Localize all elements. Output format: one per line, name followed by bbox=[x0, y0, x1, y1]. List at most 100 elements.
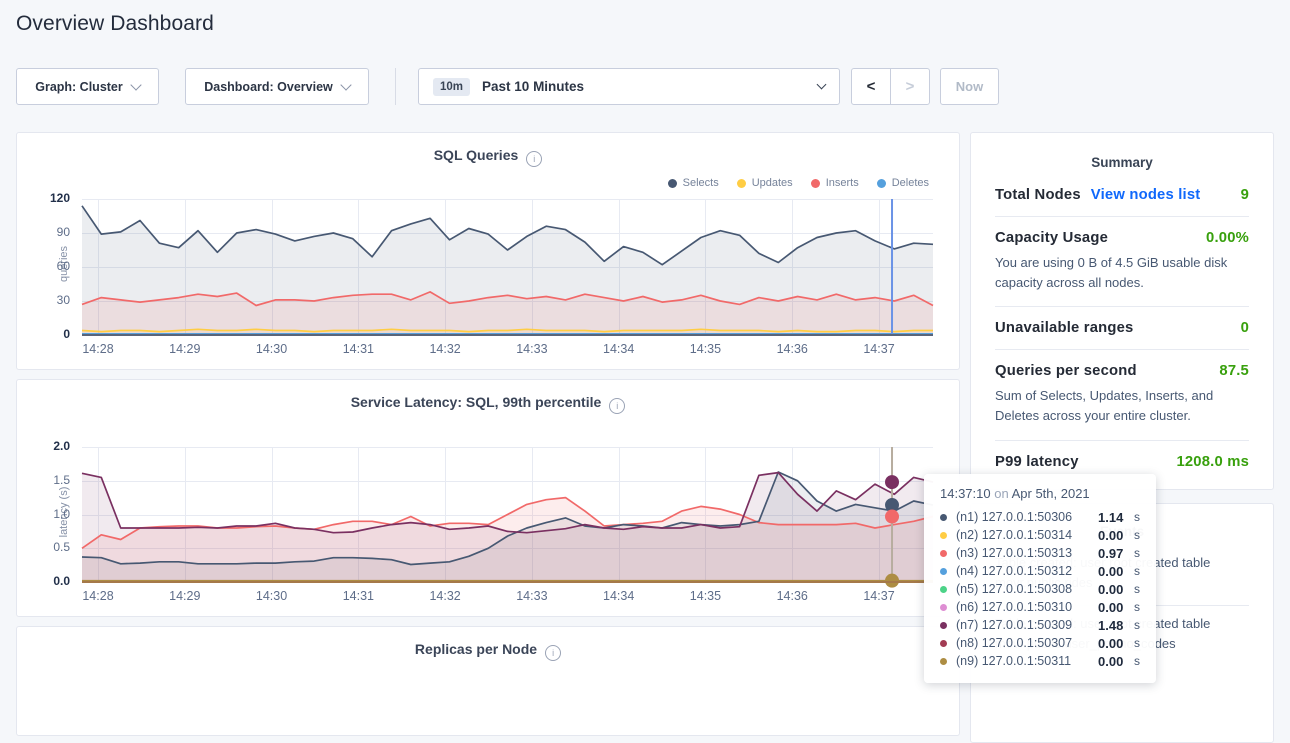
summary-row-header: P99 latency1208.0 ms bbox=[995, 454, 1249, 470]
summary-rows: Total NodesView nodes list9Capacity Usag… bbox=[971, 174, 1273, 483]
x-tick-label: 14:32 bbox=[429, 342, 460, 356]
summary-row-desc: Sum of Selects, Updates, Inserts, and De… bbox=[995, 386, 1249, 426]
x-axis-line bbox=[82, 581, 933, 583]
x-tick-label: 14:33 bbox=[516, 342, 547, 356]
legend-item-updates[interactable]: Updates bbox=[737, 177, 793, 189]
chevron-down-icon bbox=[340, 79, 351, 90]
legend-item-inserts[interactable]: Inserts bbox=[811, 177, 859, 189]
page-title: Overview Dashboard bbox=[16, 12, 214, 36]
legend-label: Inserts bbox=[826, 177, 859, 189]
info-icon[interactable]: i bbox=[609, 398, 625, 414]
dashboard-label: Dashboard: Overview bbox=[204, 80, 333, 94]
time-now-button[interactable]: Now bbox=[940, 68, 999, 105]
node-color-dot bbox=[940, 550, 947, 557]
summary-row-value: 87.5 bbox=[1219, 363, 1249, 379]
y-tick-label: 90 bbox=[20, 225, 70, 239]
chevron-down-icon bbox=[130, 79, 141, 90]
y-tick-label: 0.0 bbox=[20, 574, 70, 588]
legend-label: Deletes bbox=[892, 177, 929, 189]
tooltip-date: Apr 5th, 2021 bbox=[1012, 486, 1090, 501]
tooltip-node-value: 0.00 bbox=[1098, 528, 1132, 543]
legend-dot bbox=[877, 179, 886, 188]
x-tick-label: 14:37 bbox=[863, 589, 894, 603]
summary-card: Summary Total NodesView nodes list9Capac… bbox=[970, 132, 1274, 490]
x-tick-label: 14:30 bbox=[256, 589, 287, 603]
y-tick-label: 2.0 bbox=[20, 439, 70, 453]
info-icon[interactable]: i bbox=[545, 645, 561, 661]
tooltip-node-value: 1.14 bbox=[1098, 510, 1132, 525]
tooltip-node-unit: s bbox=[1134, 654, 1140, 668]
legend-label: Updates bbox=[752, 177, 793, 189]
tooltip-row: (n5) 127.0.0.1:503080.00s bbox=[940, 580, 1140, 598]
tooltip-row: (n4) 127.0.0.1:503120.00s bbox=[940, 562, 1140, 580]
chart-legend: Selects Updates Inserts Deletes bbox=[668, 177, 929, 189]
y-tick-label: 60 bbox=[20, 259, 70, 273]
summary-row: Unavailable ranges0 bbox=[995, 307, 1249, 350]
summary-row: Capacity Usage 0.00% You are using 0 B of … bbox=[995, 217, 1249, 307]
tooltip-node-value: 0.00 bbox=[1098, 636, 1132, 651]
node-color-dot bbox=[940, 640, 947, 647]
tooltip-node-unit: s bbox=[1134, 636, 1140, 650]
x-tick-label: 14:34 bbox=[603, 342, 634, 356]
summary-row-header: Capacity Usage 0.00% bbox=[995, 230, 1249, 246]
graph-scope-dropdown[interactable]: Graph: Cluster bbox=[16, 68, 159, 105]
tooltip-time: 14:37:10 bbox=[940, 486, 991, 501]
info-icon[interactable]: i bbox=[526, 151, 542, 167]
chart-title: Service Latency: SQL, 99th percentile bbox=[351, 394, 602, 410]
tooltip-node-value: 0.00 bbox=[1098, 654, 1132, 669]
legend-dot bbox=[811, 179, 820, 188]
legend-dot bbox=[737, 179, 746, 188]
tooltip-node-label: (n9) 127.0.0.1:50311 bbox=[956, 654, 1071, 668]
x-tick-label: 14:28 bbox=[82, 342, 113, 356]
time-range-dropdown[interactable]: 10m Past 10 Minutes bbox=[418, 68, 840, 105]
y-tick-label: 120 bbox=[20, 191, 70, 205]
graph-scope-label: Graph: Cluster bbox=[35, 80, 123, 94]
x-tick-label: 14:29 bbox=[169, 342, 200, 356]
tooltip-node-unit: s bbox=[1134, 510, 1140, 524]
time-next-button[interactable]: > bbox=[890, 68, 930, 105]
chart-series-svg bbox=[82, 199, 933, 335]
legend-item-selects[interactable]: Selects bbox=[668, 177, 719, 189]
summary-row-label: Capacity Usage bbox=[995, 230, 1108, 246]
service-latency-panel: Service Latency: SQL, 99th percentile i l… bbox=[16, 379, 960, 617]
tooltip-node-unit: s bbox=[1134, 582, 1140, 596]
tooltip-node-value: 0.00 bbox=[1098, 600, 1132, 615]
chart-title: Replicas per Node bbox=[415, 641, 537, 657]
tooltip-node-value: 0.00 bbox=[1098, 564, 1132, 579]
tooltip-row: (n9) 127.0.0.1:50311 0.00s bbox=[940, 652, 1140, 670]
tooltip-node-label: (n5) 127.0.0.1:50308 bbox=[956, 582, 1072, 596]
x-axis-line bbox=[82, 334, 933, 336]
x-tick-label: 14:30 bbox=[256, 342, 287, 356]
tooltip-node-unit: s bbox=[1134, 528, 1140, 542]
x-tick-label: 14:29 bbox=[169, 589, 200, 603]
summary-row-label: Total Nodes bbox=[995, 187, 1081, 203]
x-tick-label: 14:35 bbox=[690, 589, 721, 603]
tooltip-row: (n3) 127.0.0.1:503130.97s bbox=[940, 544, 1140, 562]
tooltip-row: (n8) 127.0.0.1:50307 0.00s bbox=[940, 634, 1140, 652]
chart-series-svg bbox=[82, 447, 933, 582]
summary-row-value: 0.00% bbox=[1206, 230, 1249, 246]
legend-item-deletes[interactable]: Deletes bbox=[877, 177, 929, 189]
summary-title: Summary bbox=[971, 133, 1273, 174]
tooltip-node-value: 1.48 bbox=[1098, 618, 1132, 633]
service-latency-title-row: Service Latency: SQL, 99th percentile i bbox=[17, 394, 959, 414]
time-prev-button[interactable]: < bbox=[851, 68, 891, 105]
tooltip-node-label: (n8) 127.0.0.1:50307 bbox=[956, 636, 1072, 650]
dashboard-dropdown[interactable]: Dashboard: Overview bbox=[185, 68, 369, 105]
summary-row-header: Total NodesView nodes list9 bbox=[995, 187, 1249, 203]
service-latency-plot[interactable]: latency (s) 0.00.51.01.52.014:2814:2914:… bbox=[82, 447, 933, 582]
node-color-dot bbox=[940, 514, 947, 521]
chart-hover-tooltip: 14:37:10 on Apr 5th, 2021 (n1) 127.0.0.1… bbox=[924, 474, 1156, 683]
overview-dashboard-page: { "page": { "title": "Overview Dashboard… bbox=[0, 0, 1290, 689]
time-range-label: Past 10 Minutes bbox=[482, 79, 584, 94]
view-nodes-link[interactable]: View nodes list bbox=[1091, 187, 1201, 203]
tooltip-node-unit: s bbox=[1134, 600, 1140, 614]
summary-row-label: Queries per second bbox=[995, 363, 1137, 379]
x-tick-label: 14:31 bbox=[343, 342, 374, 356]
x-tick-label: 14:32 bbox=[429, 589, 460, 603]
tooltip-node-label: (n3) 127.0.0.1:50313 bbox=[956, 546, 1072, 560]
x-tick-label: 14:31 bbox=[343, 589, 374, 603]
sql-queries-plot[interactable]: queries 030609012014:2814:2914:3014:3114… bbox=[82, 199, 933, 335]
summary-row-desc: You are using 0 B of 4.5 GiB usable disk… bbox=[995, 253, 1249, 293]
tooltip-row: (n2) 127.0.0.1:503140.00s bbox=[940, 526, 1140, 544]
